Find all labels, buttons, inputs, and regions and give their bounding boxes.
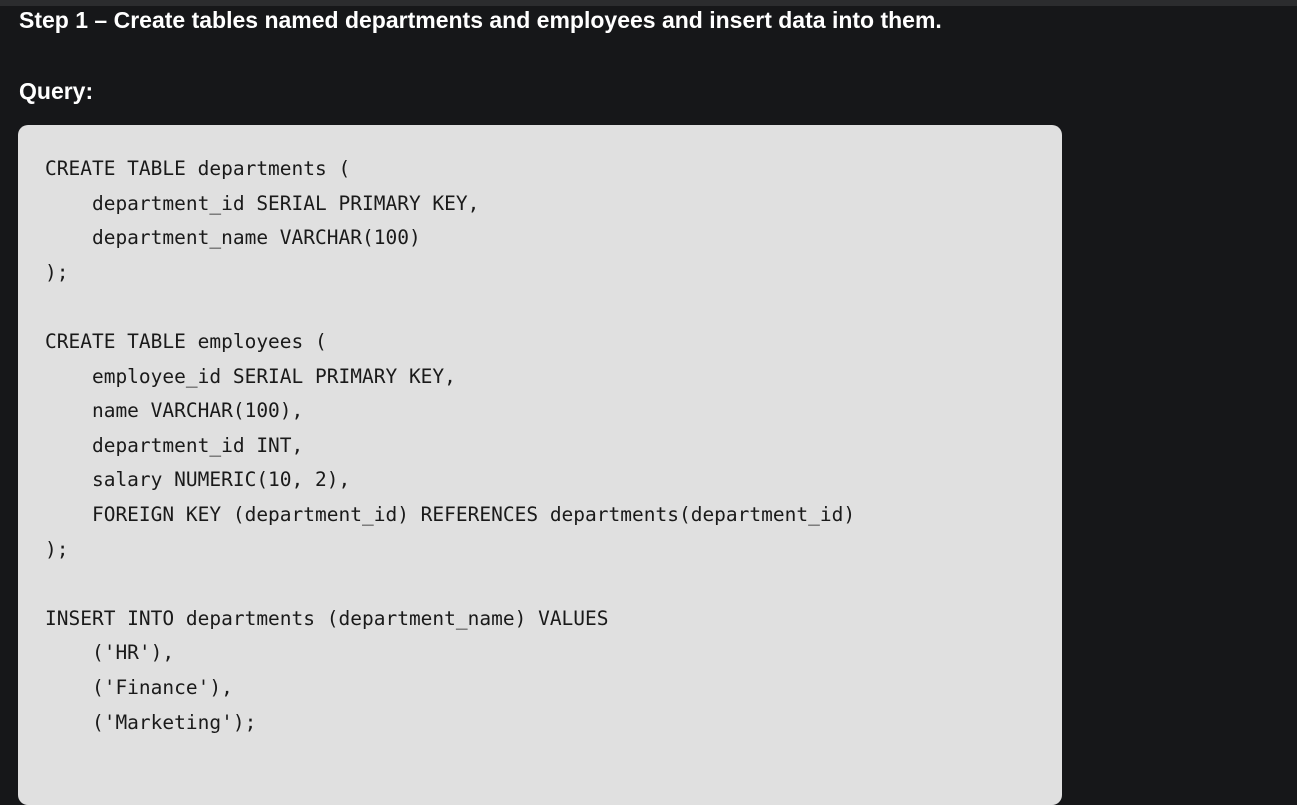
code-line-blank [45, 290, 1062, 325]
code-line: CREATE TABLE departments ( [45, 157, 351, 180]
code-line: department_id SERIAL PRIMARY KEY, [45, 191, 480, 215]
code-line: ('HR'), [45, 641, 175, 665]
step-heading: Step 1 – Create tables named departments… [19, 7, 942, 33]
code-line: ); [45, 537, 69, 561]
code-line: FOREIGN KEY (department_id) REFERENCES d… [45, 502, 856, 526]
code-line: department_id INT, [45, 433, 304, 457]
code-line: department_name VARCHAR(100) [45, 226, 421, 250]
code-line: ); [45, 260, 69, 284]
code-line: name VARCHAR(100), [45, 399, 304, 423]
code-line: ('Finance'), [45, 675, 233, 699]
code-block[interactable]: CREATE TABLE departments ( department_id… [18, 125, 1062, 805]
code-line: ('Marketing'); [45, 710, 257, 734]
code-line: CREATE TABLE employees ( [45, 329, 327, 353]
code-line-blank [45, 567, 1062, 602]
code-line: salary NUMERIC(10, 2), [45, 468, 351, 492]
code-line: employee_id SERIAL PRIMARY KEY, [45, 364, 456, 388]
query-label: Query: [19, 78, 94, 104]
code-line: INSERT INTO departments (department_name… [45, 606, 609, 630]
